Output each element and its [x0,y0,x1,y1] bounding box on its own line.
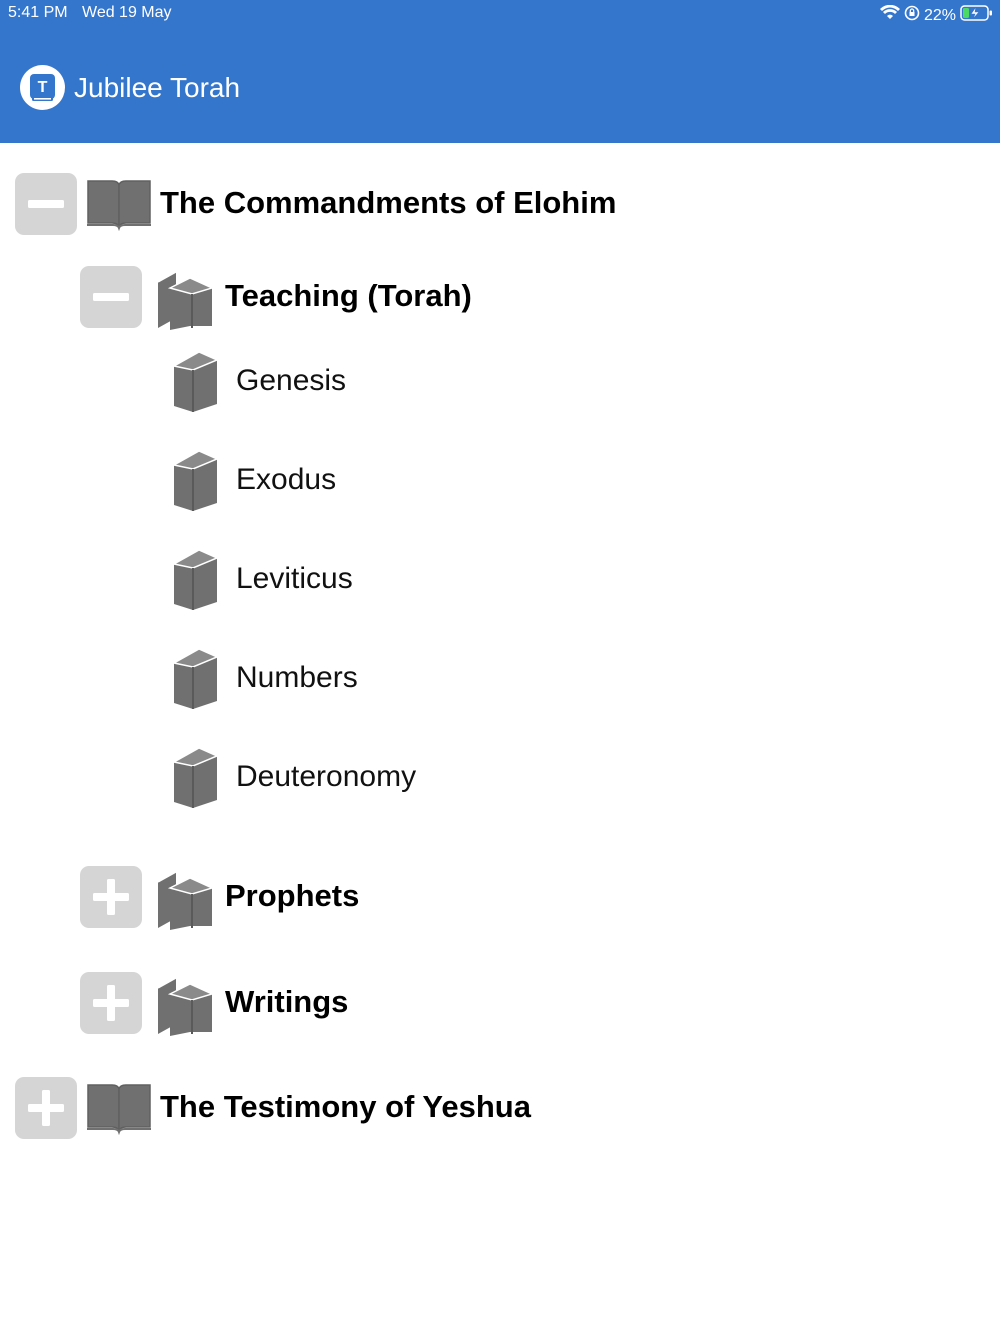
wifi-icon [879,4,900,26]
tree-node-book[interactable]: Exodus [0,441,1000,521]
app-header: 5:41 PM Wed 19 May 22% T Jubilee Torah [0,0,1000,143]
tree-node-book[interactable]: Leviticus [0,540,1000,620]
tree-node-book[interactable]: Genesis [0,342,1000,422]
tree-label-book: Numbers [236,661,358,694]
books-icon [154,864,215,935]
tree-label-book: Leviticus [236,562,353,595]
open-book-icon [86,1081,152,1140]
tree-node-testimony[interactable]: The Testimony of Yeshua [0,1067,1000,1147]
tree-node-book[interactable]: Numbers [0,639,1000,719]
books-icon [154,264,215,335]
expand-prophets-button[interactable] [80,866,142,928]
tree-label-teaching: Teaching (Torah) [225,278,472,313]
tree-label-book: Exodus [236,463,337,496]
plus-icon [93,985,129,1021]
status-indicators: 22% [879,4,994,27]
tree-label-book: Genesis [236,364,347,397]
minus-icon [93,293,129,301]
tree-node-prophets[interactable]: Prophets [0,856,1000,936]
tree-label-commandments: The Commandments of Elohim [160,185,617,220]
logo-letter: T [38,79,48,96]
book-icon [171,546,221,617]
collapse-teaching-button[interactable] [80,266,142,328]
plus-icon [93,879,129,915]
book-icon [171,645,221,716]
tree-label-testimony: The Testimony of Yeshua [160,1089,531,1124]
tree-node-book[interactable]: Deuteronomy [0,738,1000,818]
status-date: Wed 19 May [82,4,172,21]
open-book-icon [86,177,152,236]
collapse-commandments-button[interactable] [15,173,77,235]
expand-testimony-button[interactable] [15,1077,77,1139]
tree-node-writings[interactable]: Writings [0,962,1000,1042]
status-time: 5:41 PM [8,4,68,21]
minus-icon [28,200,64,208]
app-title: Jubilee Torah [74,72,241,103]
book-icon [171,744,221,815]
tree-label-book: Deuteronomy [236,760,417,793]
orientation-lock-icon [904,5,920,26]
tree-node-teaching[interactable]: Teaching (Torah) [0,256,1000,336]
app-logo: T [20,65,65,110]
plus-icon [28,1090,64,1126]
expand-writings-button[interactable] [80,972,142,1034]
battery-percent: 22% [923,6,956,24]
tree-label-writings: Writings [225,984,349,1019]
book-icon [171,447,221,518]
tree-label-prophets: Prophets [225,878,360,913]
tree-node-commandments[interactable]: The Commandments of Elohim [0,163,1000,243]
books-icon [154,970,215,1041]
book-icon [171,348,221,419]
battery-charging-icon [960,4,994,27]
